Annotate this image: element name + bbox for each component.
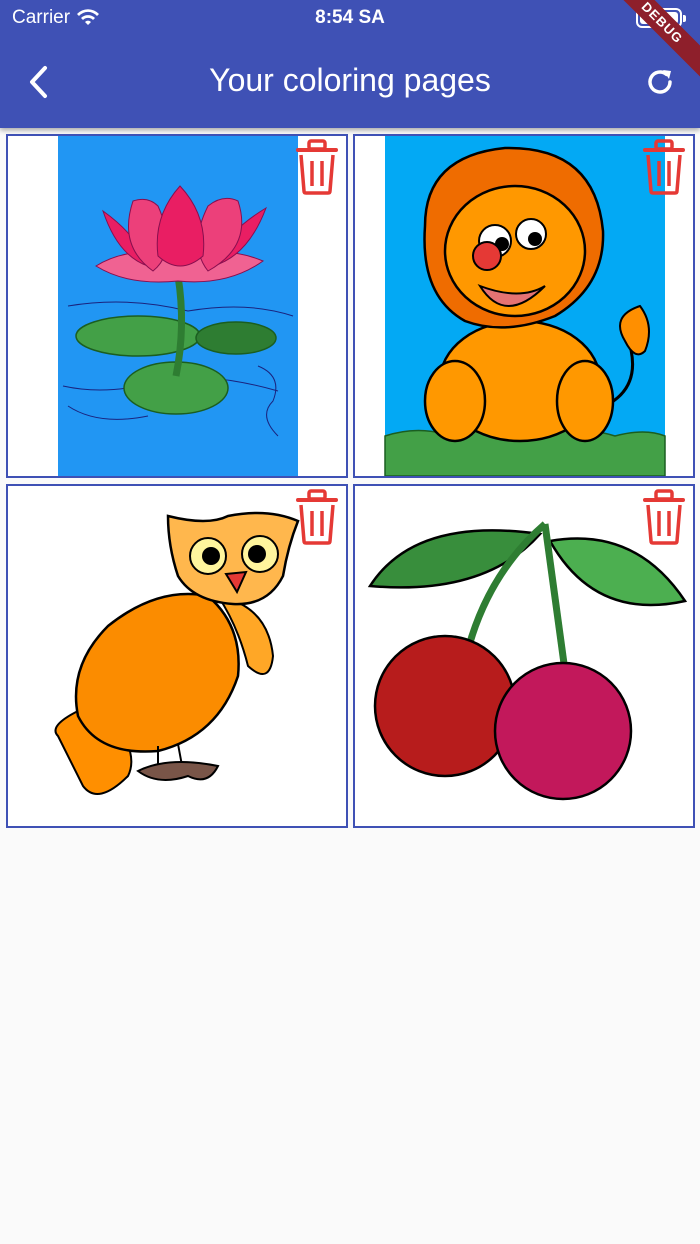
trash-icon[interactable] [641,139,687,195]
trash-icon[interactable] [294,489,340,545]
status-bar: Carrier 8:54 SA [0,0,700,36]
clock: 8:54 SA [315,7,385,28]
page-title: Your coloring pages [209,62,491,98]
refresh-button[interactable] [634,56,686,108]
coloring-page-card-cherries[interactable] [353,484,695,828]
trash-icon[interactable] [294,139,340,195]
coloring-page-card-owl[interactable] [6,484,348,828]
refresh-icon [648,70,672,94]
app-bar: Carrier 8:54 SA Your coloring pages DEBU… [0,0,700,128]
coloring-page-card-lotus[interactable] [6,134,348,478]
trash-icon[interactable] [641,489,687,545]
coloring-pages-grid [6,134,696,828]
coloring-page-card-lion[interactable] [353,134,695,478]
